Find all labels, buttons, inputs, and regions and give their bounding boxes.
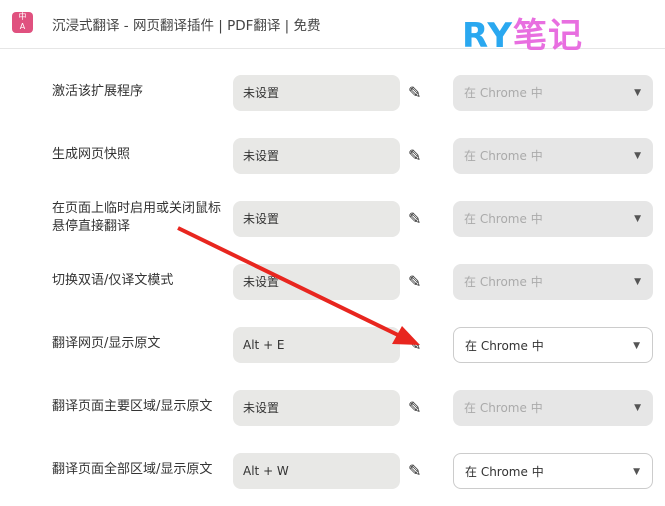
red-arrow-annotation [177, 226, 420, 345]
